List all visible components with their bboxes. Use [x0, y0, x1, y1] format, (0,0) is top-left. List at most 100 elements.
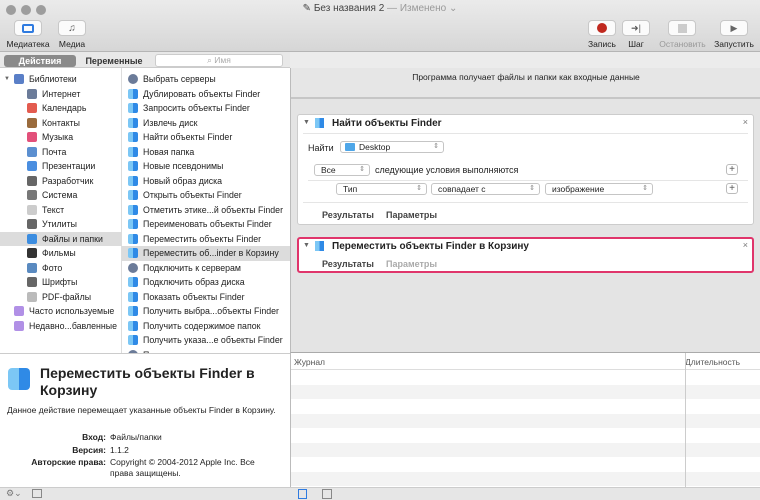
log-row	[291, 399, 760, 414]
toolbar: ✎ Без названия 2 — Изменено ⌄ Медиатека …	[0, 0, 760, 52]
library-item[interactable]: Недавно...бавленные	[0, 319, 122, 334]
action-item[interactable]: Отметить этике...й объекты Finder	[122, 203, 290, 218]
action-item[interactable]: Подключить к серверам	[122, 261, 290, 276]
library-item[interactable]: Почта	[0, 145, 122, 160]
options-tab[interactable]: Параметры	[386, 259, 437, 269]
action-item[interactable]: Переименовать объекты Finder	[122, 217, 290, 232]
library-item[interactable]: Текст	[0, 203, 122, 218]
media-label: Медиа	[58, 39, 86, 49]
library-item-label: Файлы и папки	[42, 233, 103, 244]
action-item[interactable]: Новые псевдонимы	[122, 159, 290, 174]
disclosure-triangle-icon[interactable]: ▼	[303, 242, 310, 249]
action-move-to-trash[interactable]: ▼ Переместить объекты Finder в Корзину ×…	[297, 237, 754, 273]
close-icon[interactable]: ×	[743, 240, 748, 250]
stop-button[interactable]	[668, 20, 696, 36]
library-item[interactable]: Утилиты	[0, 217, 122, 232]
log-column-header[interactable]: Журнал	[294, 357, 325, 367]
action-item[interactable]: Показать объекты Finder	[122, 290, 290, 305]
operator-select[interactable]: совпадает с	[431, 183, 540, 195]
library-item[interactable]: Музыка	[0, 130, 122, 145]
library-item[interactable]: Шрифты	[0, 275, 122, 290]
edited-status[interactable]: — Изменено ⌄	[387, 3, 457, 14]
library-item[interactable]: Календарь	[0, 101, 122, 116]
duration-column-header[interactable]: Длительность	[685, 357, 740, 367]
action-item-label: Найти объекты Finder	[143, 132, 233, 142]
library-item[interactable]: Контакты	[0, 116, 122, 131]
library-item[interactable]: Фото	[0, 261, 122, 276]
action-item[interactable]: Запросить объекты Finder	[122, 101, 290, 116]
results-tab[interactable]: Результаты	[322, 259, 374, 269]
action-item-label: Отметить этике...й объекты Finder	[143, 204, 283, 215]
close-icon[interactable]: ×	[743, 117, 748, 127]
action-item-label: Показать объекты Finder	[143, 291, 245, 302]
category-icon	[27, 233, 37, 244]
field-select[interactable]: Тип	[336, 183, 427, 195]
finder-icon	[128, 132, 138, 143]
description-toggle-icon[interactable]	[32, 489, 42, 498]
document-icon: ✎	[302, 3, 314, 14]
value-select[interactable]: изображение	[545, 183, 653, 195]
action-item[interactable]: Найти объекты Finder	[122, 130, 290, 145]
record-button[interactable]	[588, 20, 616, 36]
action-item[interactable]: Новая папка	[122, 145, 290, 160]
action-item[interactable]: Дублировать объекты Finder	[122, 87, 290, 102]
step-button[interactable]: ➜|	[622, 20, 650, 36]
action-title: Переместить объекты Finder в Корзину	[332, 241, 529, 252]
results-tab[interactable]: Результаты	[322, 210, 374, 220]
media-button[interactable]: ♫	[58, 20, 86, 36]
location-select[interactable]: Desktop	[340, 141, 444, 153]
search-placeholder: Имя	[214, 55, 231, 65]
action-find-finder-items[interactable]: ▼ Найти объекты Finder × Найти Desktop В…	[297, 114, 754, 225]
bottom-bar: ⚙⌄	[0, 487, 760, 500]
list-view-icon[interactable]	[298, 489, 307, 499]
library-item[interactable]: Часто используемые	[0, 304, 122, 319]
search-input[interactable]: ⌕ Имя	[155, 54, 283, 67]
finder-icon	[128, 291, 138, 302]
tab-actions[interactable]: Действия	[4, 55, 76, 67]
library-item[interactable]: Интернет	[0, 87, 122, 102]
action-item[interactable]: Переместить объекты Finder	[122, 232, 290, 247]
match-select[interactable]: Все	[314, 164, 370, 176]
action-item[interactable]: Получить выбра...объекты Finder	[122, 304, 290, 319]
run-label: Запустить	[714, 39, 754, 49]
library-item-label: Интернет	[42, 88, 81, 99]
library-item[interactable]: PDF-файлы	[0, 290, 122, 305]
disclosure-triangle-icon[interactable]: ▼	[303, 119, 310, 126]
action-item[interactable]: Новый образ диска	[122, 174, 290, 189]
add-condition-button[interactable]: +	[726, 183, 738, 194]
log-row	[291, 442, 760, 457]
library-item[interactable]: Файлы и папки	[0, 231, 122, 246]
gear-menu-icon[interactable]: ⚙⌄	[6, 488, 22, 499]
action-item-label: Выбрать серверы	[143, 74, 216, 84]
action-item[interactable]: Подключить образ диска	[122, 275, 290, 290]
library-item-label: Музыка	[42, 132, 74, 142]
action-item[interactable]: Получить содержимое папок	[122, 319, 290, 334]
category-icon	[27, 219, 37, 230]
finder-icon	[128, 248, 138, 259]
category-icon	[27, 190, 37, 201]
library-item-label: Часто используемые	[29, 306, 115, 316]
flow-view-icon[interactable]	[322, 489, 332, 499]
library-item[interactable]: Фильмы	[0, 246, 122, 261]
divider	[303, 202, 748, 203]
library-item[interactable]: Презентации	[0, 159, 122, 174]
action-item[interactable]: Извлечь диск	[122, 116, 290, 131]
actions-list: Выбрать серверы Дублировать объекты Finde…	[122, 68, 290, 353]
log-row	[291, 428, 760, 443]
action-item[interactable]: Получить указа...е объекты Finder	[122, 333, 290, 348]
library-item[interactable]: Разработчик	[0, 174, 122, 189]
finder-icon	[128, 219, 138, 230]
action-item[interactable]: Выбрать серверы	[122, 72, 290, 87]
disclosure-triangle-icon[interactable]: ▼	[4, 72, 10, 87]
run-button[interactable]: ▶	[720, 20, 748, 36]
library-item[interactable]: Система	[0, 188, 122, 203]
add-condition-button[interactable]: +	[726, 164, 738, 175]
description-text: Данное действие перемещает указанные объ…	[7, 405, 276, 415]
options-tab[interactable]: Параметры	[386, 210, 437, 220]
library-button[interactable]	[14, 20, 42, 36]
action-item[interactable]: Переместить об...inder в Корзину	[122, 246, 290, 261]
tab-variables[interactable]: Переменные	[78, 55, 150, 67]
record-icon	[597, 23, 607, 33]
action-item[interactable]: Открыть объекты Finder	[122, 188, 290, 203]
library-item[interactable]: ▼ Библиотеки	[0, 72, 122, 87]
